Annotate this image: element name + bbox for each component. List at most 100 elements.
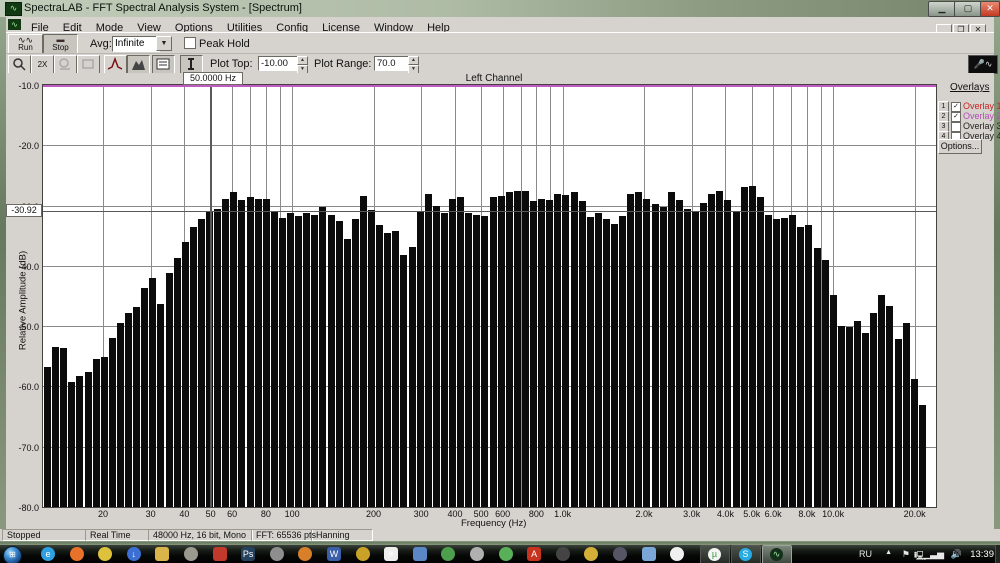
spin-up-icon[interactable]: ▲: [297, 56, 308, 65]
spectrum-bar: [595, 213, 602, 507]
plot-range-input[interactable]: 70.0: [374, 56, 410, 71]
spectrum-bar: [895, 339, 902, 507]
spectrum-bar: [60, 348, 67, 507]
taskbar-app-skype[interactable]: S: [731, 545, 761, 563]
photoshop-icon[interactable]: Ps: [241, 547, 255, 561]
spectrum-bar: [814, 248, 821, 507]
download-manager-icon[interactable]: ↓: [127, 547, 141, 561]
x-axis-tick-label: 400: [447, 509, 462, 519]
spectrum-bar: [457, 197, 464, 507]
gold-coin-icon[interactable]: [584, 547, 598, 561]
zoom-out-icon: [57, 57, 73, 71]
snowflake-app-icon[interactable]: ✳: [384, 547, 398, 561]
zoom-out-button[interactable]: [54, 55, 77, 74]
spectrum-plot-area[interactable]: [42, 84, 937, 508]
notes-list-button[interactable]: [152, 55, 175, 74]
x-axis-tick-label: 80: [261, 509, 271, 519]
x-axis-tick-label: 800: [529, 509, 544, 519]
generator-mic-icon[interactable]: 🎤∿: [968, 55, 998, 74]
media-app-icon[interactable]: [213, 547, 227, 561]
status-bar: StoppedReal Time48000 Hz, 16 bit, MonoFF…: [0, 529, 1000, 541]
show-desktop-button[interactable]: [995, 545, 1000, 563]
plot-range-label: Plot Range:: [314, 58, 371, 70]
tray-language-indicator[interactable]: RU: [859, 549, 872, 559]
network-signal-icon[interactable]: ▁▃▅: [923, 549, 944, 560]
word-icon[interactable]: W: [327, 547, 341, 561]
spectrum-bar: [449, 199, 456, 507]
spectrum-bar: [514, 191, 521, 508]
spectrum-bar: [279, 218, 286, 507]
plot-range-spinner[interactable]: ▲▼: [408, 56, 417, 70]
mouse-settings-icon[interactable]: [270, 547, 284, 561]
plot-top-spinner[interactable]: ▲▼: [297, 56, 306, 70]
peak-hold-checkbox[interactable]: [184, 37, 196, 49]
messenger-icon[interactable]: [642, 547, 656, 561]
spectrum-bar: [198, 219, 205, 507]
photo-viewer-icon[interactable]: [413, 547, 427, 561]
volume-speaker-icon[interactable]: 🔊: [951, 549, 962, 560]
maximize-button[interactable]: ▢: [954, 1, 982, 17]
spectrum-bar: [741, 187, 748, 507]
spectrum-bar: [392, 231, 399, 507]
title-bar[interactable]: ∿ SpectraLAB - FFT Spectral Analysis Sys…: [0, 0, 1000, 18]
explorer-folder-icon[interactable]: [155, 547, 169, 561]
avg-dropdown-arrow-icon[interactable]: ▼: [156, 36, 172, 51]
winamp-icon[interactable]: [184, 547, 198, 561]
minimize-button[interactable]: ▁: [928, 1, 956, 17]
internet-explorer-icon[interactable]: e: [41, 547, 55, 561]
overlays-options-button[interactable]: Options...: [938, 139, 982, 154]
gold-app-icon[interactable]: [356, 547, 370, 561]
peak-curve-button[interactable]: [104, 55, 127, 74]
x-axis-tick-label: 600: [495, 509, 510, 519]
spectrum-bar: [473, 215, 480, 507]
zoom-button[interactable]: [8, 55, 31, 74]
spin-up-icon[interactable]: ▲: [408, 56, 419, 65]
spectrum-bar: [603, 219, 610, 507]
overlay-row: 2✓Overlay 2: [938, 111, 998, 121]
overlay-label: Overlay 3: [963, 121, 1000, 131]
cd-player-icon[interactable]: [556, 547, 570, 561]
x-axis-tick-label: 4.0k: [717, 509, 734, 519]
spectrum-bar: [716, 191, 723, 508]
avg-dropdown[interactable]: Infinite: [112, 36, 160, 52]
y-axis-title: Relative Amplitude (dB): [18, 236, 29, 366]
spectrum-bar: [789, 215, 796, 507]
spectrum-bar: [149, 278, 156, 507]
action-center-flag-icon[interactable]: ⚑: [902, 549, 910, 560]
x-axis-tick-label: 30: [146, 509, 156, 519]
plot-top-input[interactable]: -10.00: [258, 56, 298, 71]
spectrum-bar: [919, 405, 926, 507]
adobe-reader-icon[interactable]: A: [527, 547, 541, 561]
green-app-icon[interactable]: [441, 547, 455, 561]
cursor-horizontal-line[interactable]: [43, 211, 936, 212]
cursor-vertical-line[interactable]: [210, 85, 212, 507]
x-axis-tick-label: 100: [285, 509, 300, 519]
spectrum-bar: [465, 213, 472, 507]
paw-app-icon[interactable]: [499, 547, 513, 561]
office-app-icon[interactable]: [298, 547, 312, 561]
start-button[interactable]: ⊞: [3, 546, 22, 563]
spectrum-bar: [733, 212, 740, 507]
zoom-full-button[interactable]: [77, 55, 100, 74]
transport-toolbar: ∿∿ Run ▬ Stop Avg: Infinite ▼ Peak Hold: [6, 32, 994, 54]
taskbar-app-utorrent[interactable]: µ: [700, 545, 730, 563]
spectrum-bar: [141, 288, 148, 507]
taskbar-app-spectralab[interactable]: ∿: [762, 545, 792, 563]
gray-app-icon[interactable]: [470, 547, 484, 561]
chrome-icon[interactable]: [98, 547, 112, 561]
spectrum-bar: [886, 306, 893, 507]
spectrum-bar: [271, 212, 278, 507]
dvd-app-icon[interactable]: [613, 547, 627, 561]
status-panel: FFT: 65536 pts: [251, 529, 313, 541]
dot-app-icon[interactable]: [670, 547, 684, 561]
firefox-icon[interactable]: [70, 547, 84, 561]
spectrum-bar: [773, 219, 780, 507]
close-button[interactable]: ✕: [980, 1, 1000, 17]
tray-expand-icon[interactable]: ▲: [885, 549, 892, 556]
spectrum-display-button[interactable]: [127, 55, 150, 74]
mdi-app-icon[interactable]: ∿: [8, 19, 21, 30]
spectrum-bar: [311, 215, 318, 507]
app-icon: ∿: [5, 2, 22, 16]
zoom-2x-button[interactable]: 2X: [31, 55, 54, 74]
taskbar-clock[interactable]: 13:39: [970, 549, 994, 560]
